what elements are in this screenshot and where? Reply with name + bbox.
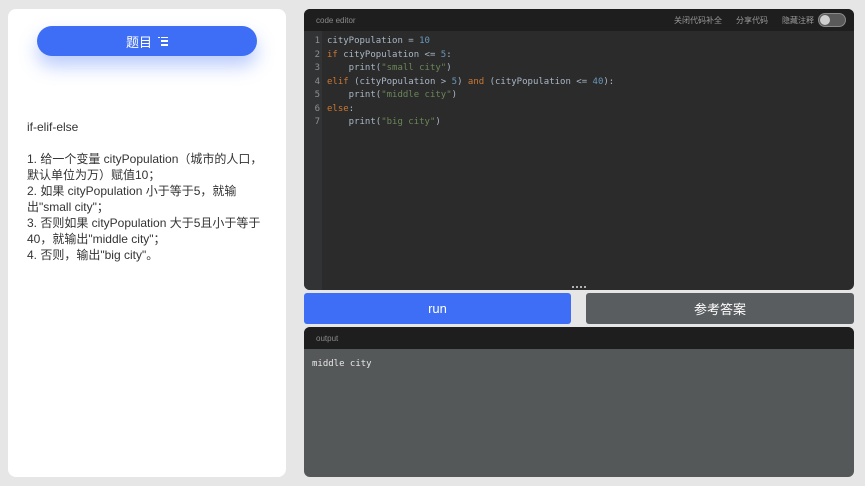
problem-panel: 题目 if-elif-else 1. 给一个变量 cityPopulation（… [8,9,286,477]
problem-heading: if-elif-else [27,120,79,134]
line-number: 2 [314,49,320,60]
code-line[interactable]: print("small city") [327,62,854,76]
grip-dot [572,285,574,288]
code-line[interactable]: elif (cityPopulation > 5) and (cityPopul… [327,76,854,90]
problem-step: 3. 否则如果 cityPopulation 大于5且小于等于40，就输出"mi… [27,216,261,246]
output-header: output [304,327,854,349]
problem-step: 2. 如果 cityPopulation 小于等于5，就输出"small cit… [27,184,237,214]
line-number: 3 [314,63,320,73]
line-number: 7 [314,117,320,127]
output-title: output [316,333,339,343]
code-line[interactable]: print("big city") [327,116,854,130]
grip-dot [580,285,582,288]
line-number-gutter: 1 2 3 4 5 6 7 [304,31,322,290]
line-number: 1 [314,36,320,46]
hide-comments-label: 隐藏注释 [782,15,814,25]
problem-step: 4. 否则，输出"big city"。 [27,248,159,262]
line-number: 5 [314,90,320,100]
code-line[interactable]: print("middle city") [327,89,854,103]
code-line[interactable]: cityPopulation = 10 [327,35,854,49]
problem-title-label: 题目 [125,34,152,50]
share-code-button[interactable]: 分享代码 [736,15,768,26]
line-number: 6 [314,103,320,114]
code-line[interactable]: else: [327,103,854,117]
problem-description: 1. 给一个变量 cityPopulation（城市的人口，默认单位为万）赋值1… [27,151,272,263]
run-button[interactable]: run [304,293,571,324]
close-autocomplete-button[interactable]: 关闭代码补全 [674,15,722,26]
problem-step: 1. 给一个变量 cityPopulation（城市的人口，默认单位为万）赋值1… [27,152,263,182]
grip-dot [584,285,586,288]
grip-dot [576,285,578,288]
reference-answer-button[interactable]: 参考答案 [586,293,854,324]
list-icon [158,36,168,46]
output-panel: output middle city [304,327,854,477]
code-editor-body[interactable]: 1 2 3 4 5 6 7 cityPopulation = 10 if cit… [304,31,854,290]
code-editor-header: code editor 关闭代码补全 分享代码 隐藏注释 [304,9,854,31]
hide-comments-toggle[interactable] [818,13,846,27]
resize-handle[interactable] [304,283,854,290]
code-editor-title: code editor [316,15,356,25]
code-text-area[interactable]: cityPopulation = 10 if cityPopulation <=… [322,31,854,290]
code-editor: code editor 关闭代码补全 分享代码 隐藏注释 1 2 3 4 5 6… [304,9,854,290]
line-number: 4 [314,76,320,87]
toggle-knob [820,15,830,25]
code-line[interactable]: if cityPopulation <= 5: [327,49,854,63]
problem-title-button[interactable]: 题目 [37,26,257,56]
output-text: middle city [312,359,372,369]
